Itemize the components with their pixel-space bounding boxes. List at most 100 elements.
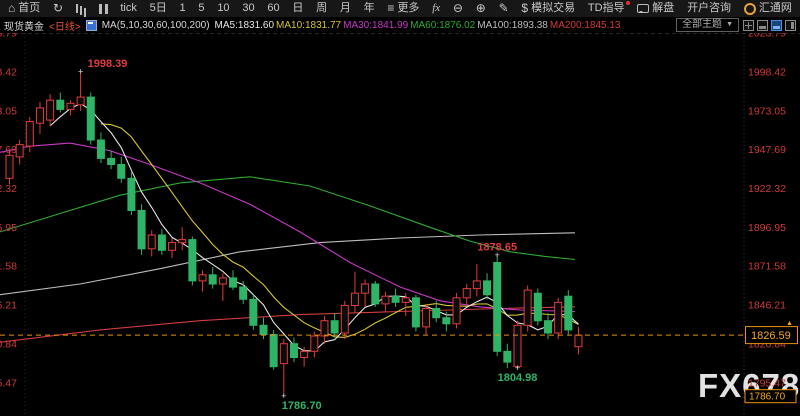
fx678-site-button-label: 汇通网 xyxy=(759,0,792,17)
account-open-button[interactable]: 开户咨询 xyxy=(687,0,731,17)
tick-button[interactable]: tick xyxy=(120,0,137,17)
svg-text:1846.21: 1846.21 xyxy=(0,300,17,312)
theme-selector[interactable]: 全部主题 ▼ xyxy=(676,18,739,32)
ma-value-ma5: MA5:1831.60 xyxy=(215,20,275,31)
fx678-site-button[interactable]: 汇通网 xyxy=(744,0,792,17)
ma-value-ma100: MA100:1893.38 xyxy=(477,20,548,31)
more-button-label: 更多 xyxy=(397,0,419,17)
svg-text:+: + xyxy=(78,67,83,77)
more-button[interactable]: ≡更多 xyxy=(387,0,419,17)
account-open-button-label: 开户咨询 xyxy=(687,0,731,17)
period-day-button-label: 日 xyxy=(292,0,303,17)
home-button-label: 首页 xyxy=(18,0,40,17)
toolbar-main: ⌂首页 ↻ tick 5日 15 10 30 60 日周月年 ≡更多 fx ⊖ ⊕ ✎ $模拟交易 TD指导 解… xyxy=(0,0,800,17)
svg-text:1947.69: 1947.69 xyxy=(748,144,786,156)
chevron-down-icon: ▼ xyxy=(726,19,733,31)
period-week-button-label: 周 xyxy=(316,0,327,17)
zoom-out-button[interactable]: ⊖ xyxy=(453,0,463,17)
period-month-button[interactable]: 月 xyxy=(340,0,351,17)
ma-value-ma60: MA60:1876.02 xyxy=(410,20,475,31)
refresh-icon[interactable]: ↻ xyxy=(53,0,63,17)
draw-icon: ✎ xyxy=(499,0,509,17)
kline-chart[interactable]: FX6782023.792023.791998.421998.421973.05… xyxy=(0,0,800,416)
fx678-site-icon xyxy=(744,3,756,15)
svg-text:1998.42: 1998.42 xyxy=(0,67,17,79)
svg-text:1795.47: 1795.47 xyxy=(748,377,786,389)
svg-text:1973.05: 1973.05 xyxy=(0,105,17,117)
period-5d-button[interactable]: 5日 xyxy=(150,0,167,17)
theme-selector-label: 全部主题 xyxy=(682,19,722,31)
symbol-name: 现货黄金 xyxy=(4,18,44,33)
sim-trading-button[interactable]: $模拟交易 xyxy=(521,0,575,17)
period-5m-button[interactable]: 5 xyxy=(198,0,204,17)
home-icon: ⌂ xyxy=(8,0,15,17)
period-60m-button-label: 60 xyxy=(267,0,279,17)
price-annotation: 1786.70 xyxy=(282,400,322,412)
ma-legend: MA5:1831.60MA10:1831.77MA30:1841.99MA60:… xyxy=(215,20,623,31)
svg-text:1871.58: 1871.58 xyxy=(0,261,17,273)
period-year-button[interactable]: 年 xyxy=(364,0,375,17)
period-30m-button[interactable]: 30 xyxy=(242,0,254,17)
chart-layout-right-icon[interactable] xyxy=(785,20,796,31)
low-axis-marker: 1786.70 xyxy=(749,392,786,403)
svg-text:1922.32: 1922.32 xyxy=(748,183,786,195)
fx-indicator-button-label: fx xyxy=(432,0,440,17)
ma-line-ma10 xyxy=(101,124,579,338)
tick-button-label: tick xyxy=(120,0,137,17)
ma-value-ma30: MA30:1841.99 xyxy=(343,20,408,31)
chart-type-candle-button[interactable] xyxy=(99,4,108,14)
layout-icon-group xyxy=(743,20,796,31)
chart-type-candle-icon xyxy=(99,4,108,14)
period-1m-button-label: 1 xyxy=(180,0,186,17)
period-day-button[interactable]: 日 xyxy=(292,0,303,17)
period-60m-button[interactable]: 60 xyxy=(267,0,279,17)
svg-text:1846.21: 1846.21 xyxy=(748,300,786,312)
period-10m-button[interactable]: 10 xyxy=(217,0,229,17)
svg-text:1871.58: 1871.58 xyxy=(748,261,786,273)
symbol-period: <日线> xyxy=(49,18,81,33)
notification-dot xyxy=(626,1,630,5)
jiepan-button-label: 解盘 xyxy=(652,0,674,17)
jiepan-icon xyxy=(637,4,649,13)
period-1m-button[interactable]: 1 xyxy=(180,0,186,17)
sim-trading-button-label: 模拟交易 xyxy=(531,0,575,17)
period-year-button-label: 年 xyxy=(364,0,375,17)
jiepan-button[interactable]: 解盘 xyxy=(637,0,674,17)
zoom-in-button[interactable]: ⊕ xyxy=(476,0,486,17)
svg-text:1820.84: 1820.84 xyxy=(0,338,17,350)
trading-app-window: { "toolbar": { "items": [ {"name":"home-… xyxy=(0,0,800,416)
period-10m-button-label: 10 xyxy=(217,0,229,17)
home-button[interactable]: ⌂首页 xyxy=(8,0,40,17)
kline-chart-canvas: FX6782023.792023.791998.421998.421973.05… xyxy=(0,0,800,416)
period-week-button[interactable]: 周 xyxy=(316,0,327,17)
chart-layout-bottom-icon[interactable] xyxy=(757,20,768,31)
fx-indicator-button[interactable]: fx xyxy=(432,0,440,17)
draw-button[interactable]: ✎ xyxy=(499,0,509,17)
svg-text:1973.05: 1973.05 xyxy=(748,105,786,117)
ma-line-ma200 xyxy=(0,307,575,342)
zoom-in-icon: ⊕ xyxy=(476,0,486,17)
sim-trading-icon: $ xyxy=(521,0,528,17)
ma-value-ma200: MA200:1845.13 xyxy=(550,20,621,31)
chart-type-bar-button[interactable] xyxy=(76,4,86,13)
td-guide-button[interactable]: TD指导 xyxy=(588,0,625,17)
svg-text:1922.32: 1922.32 xyxy=(0,183,17,195)
ma-indicator-title: MA(5,10,30,60,100,200) xyxy=(102,20,210,31)
period-5d-button-label: 5日 xyxy=(150,0,167,17)
chart-layout-active-icon[interactable] xyxy=(771,20,782,31)
td-guide-button-label: TD指导 xyxy=(588,0,625,17)
svg-text:▲: ▲ xyxy=(786,320,793,327)
symbol-bar: 现货黄金 <日线> MA(5,10,30,60,100,200) MA5:183… xyxy=(0,17,800,33)
ma-value-ma10: MA10:1831.77 xyxy=(276,20,341,31)
refresh-icon-icon: ↻ xyxy=(53,0,63,17)
svg-text:1896.95: 1896.95 xyxy=(0,222,17,234)
more-icon: ≡ xyxy=(387,0,394,17)
price-annotation: 1804.98 xyxy=(498,372,538,384)
chart-layout-grid-icon[interactable] xyxy=(743,20,754,31)
period-30m-button-label: 30 xyxy=(242,0,254,17)
price-annotation: 1878.65 xyxy=(477,241,517,253)
zoom-out-icon: ⊖ xyxy=(453,0,463,17)
svg-text:1998.42: 1998.42 xyxy=(748,67,786,79)
price-annotation: 1998.39 xyxy=(88,58,128,70)
kline-settings-icon[interactable] xyxy=(86,20,97,31)
